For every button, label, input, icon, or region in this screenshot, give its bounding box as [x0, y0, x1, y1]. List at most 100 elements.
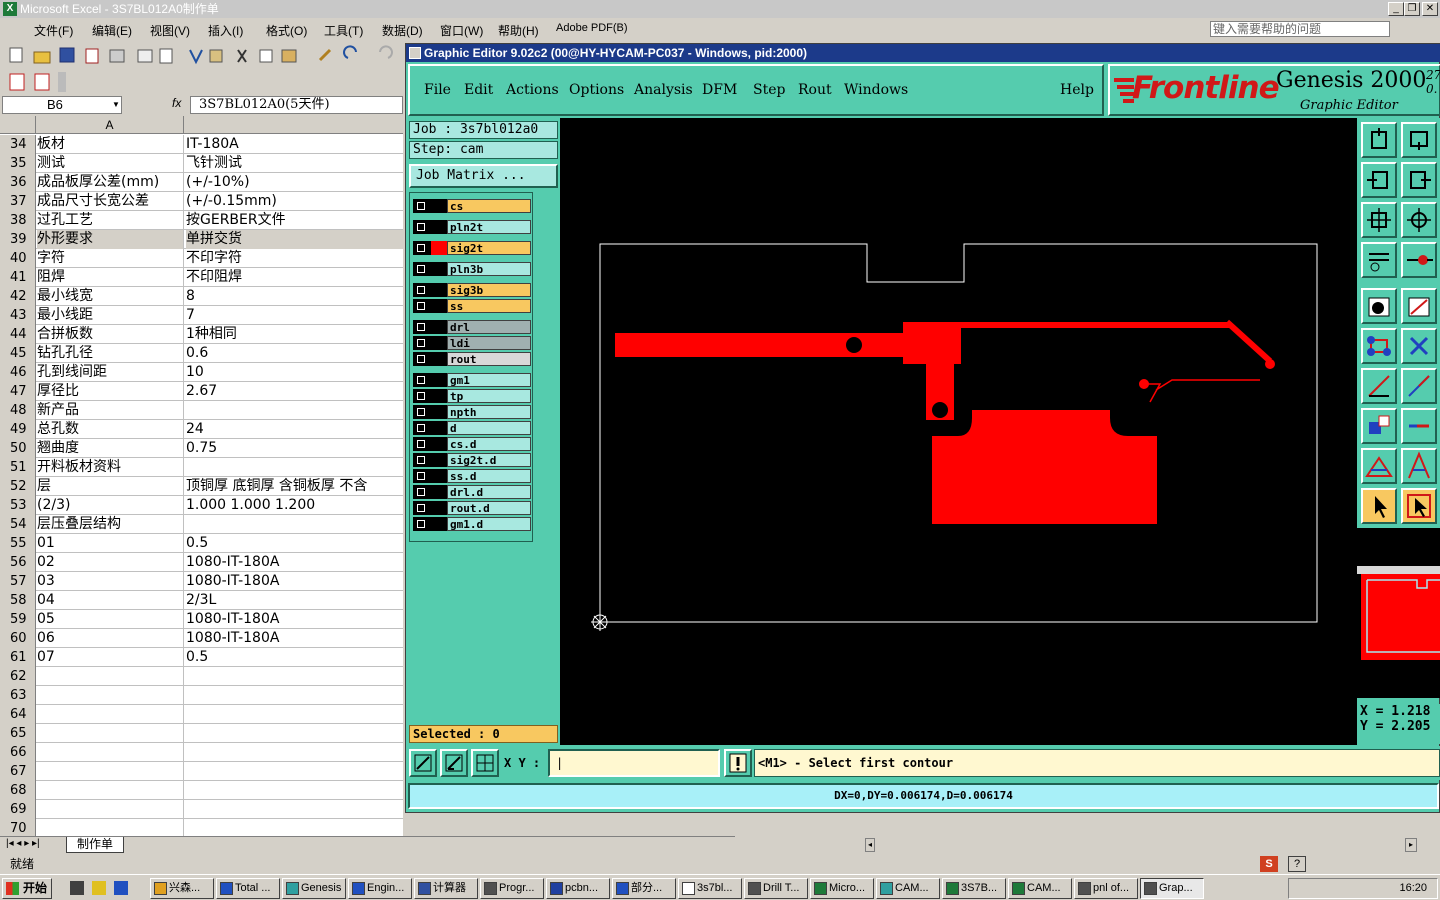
cell-a[interactable]: (2/3) [37, 496, 184, 515]
help-search-input[interactable]: 键入需要帮助的问题 [1210, 21, 1390, 37]
pan-right-icon[interactable] [1401, 162, 1437, 198]
table-row[interactable]: 62 [0, 667, 403, 686]
layer-item[interactable]: cs [413, 199, 531, 213]
layer-color-swatch[interactable] [431, 389, 447, 403]
help-icon[interactable]: ? [1288, 856, 1306, 872]
cell-b[interactable]: 0.75 [186, 439, 403, 458]
layer-color-swatch[interactable] [431, 336, 447, 350]
row-header[interactable]: 44 [0, 325, 36, 344]
cell-a[interactable] [37, 686, 184, 705]
cell-a[interactable]: 最小线宽 [37, 287, 184, 306]
cell-a[interactable]: 板材 [37, 135, 184, 154]
table-row[interactable]: 40 字符 不印字符 [0, 249, 403, 268]
table-row[interactable]: 44 合拼板数 1种相同 [0, 325, 403, 344]
table-row[interactable]: 69 [0, 800, 403, 819]
row-header[interactable]: 46 [0, 363, 36, 382]
taskbar-item[interactable]: pcbn... [546, 878, 610, 899]
cell-a[interactable]: 阻焊 [37, 268, 184, 287]
table-row[interactable]: 35 测试 飞针测试 [0, 154, 403, 173]
name-box-dropdown-icon[interactable]: ▼ [112, 100, 120, 109]
taskbar-item[interactable]: Progr... [480, 878, 544, 899]
row-header[interactable]: 68 [0, 781, 36, 800]
cell-a[interactable]: 最小线距 [37, 306, 184, 325]
cell-a[interactable]: 04 [37, 591, 184, 610]
table-row[interactable]: 43 最小线距 7 [0, 306, 403, 325]
layer-color-swatch[interactable] [431, 241, 447, 255]
layer-item[interactable]: pln3b [413, 262, 531, 276]
layer-name[interactable]: ss [447, 299, 531, 313]
layer-color-swatch[interactable] [431, 299, 447, 313]
layer-item[interactable]: cs.d [413, 437, 531, 451]
layer-checkbox[interactable] [413, 336, 431, 350]
cell-a[interactable]: 成品尺寸长宽公差 [37, 192, 184, 211]
layer-checkbox[interactable] [413, 283, 431, 297]
zoom-fit-icon[interactable] [1361, 202, 1397, 238]
table-row[interactable]: 64 [0, 705, 403, 724]
layer-checkbox[interactable] [413, 241, 431, 255]
warning-icon[interactable] [724, 749, 752, 777]
table-row[interactable]: 38 过孔工艺 按GERBER文件 [0, 211, 403, 230]
taskbar-item[interactable]: CAM... [1008, 878, 1072, 899]
table-row[interactable]: 55 01 0.5 [0, 534, 403, 553]
scroll-right-icon[interactable]: ▸ [1405, 838, 1417, 852]
cell-a[interactable]: 翘曲度 [37, 439, 184, 458]
cell-b[interactable] [186, 401, 403, 420]
close-button[interactable]: ✕ [1422, 2, 1438, 16]
table-row[interactable]: 34 板材 IT-180A [0, 135, 403, 154]
cell-b[interactable]: 24 [186, 420, 403, 439]
split-line-icon[interactable] [1401, 408, 1437, 444]
cell-b[interactable]: 按GERBER文件 [186, 211, 403, 230]
cell-a[interactable]: 外形要求 [37, 230, 184, 249]
layer-checkbox[interactable] [413, 469, 431, 483]
layer-name[interactable]: rout.d [447, 501, 531, 515]
layer-name[interactable]: gm1.d [447, 517, 531, 531]
cell-a[interactable]: 测试 [37, 154, 184, 173]
menu-window[interactable]: 窗口(W) [440, 22, 483, 39]
layer-checkbox[interactable] [413, 373, 431, 387]
move-line-icon[interactable] [1401, 368, 1437, 404]
cell-b[interactable]: 顶铜厚 底铜厚 含铜板厚 不含 [186, 477, 403, 496]
menu-help[interactable]: 帮助(H) [498, 22, 539, 39]
layer-color-swatch[interactable] [431, 352, 447, 366]
table-row[interactable]: 56 02 1080-IT-180A [0, 553, 403, 572]
table-row[interactable]: 67 [0, 762, 403, 781]
row-header[interactable]: 40 [0, 249, 36, 268]
table-row[interactable]: 54 层压叠层结构 [0, 515, 403, 534]
cell-a[interactable]: 03 [37, 572, 184, 591]
layer-name[interactable]: drl [447, 320, 531, 334]
row-header[interactable]: 60 [0, 629, 36, 648]
angle-icon[interactable] [1401, 448, 1437, 484]
toolbar-icons[interactable] [0, 40, 405, 70]
cell-b[interactable]: 0.6 [186, 344, 403, 363]
layer-color-swatch[interactable] [431, 262, 447, 276]
table-row[interactable]: 47 厚径比 2.67 [0, 382, 403, 401]
row-header[interactable]: 62 [0, 667, 36, 686]
cell-b[interactable] [186, 515, 403, 534]
taskbar-item[interactable]: Total ... [216, 878, 280, 899]
measure-icon[interactable] [1361, 448, 1397, 484]
graphic-canvas[interactable] [560, 118, 1357, 745]
table-row[interactable]: 58 04 2/3L [0, 591, 403, 610]
layer-color-swatch[interactable] [431, 373, 447, 387]
row-header[interactable]: 51 [0, 458, 36, 477]
layer-name[interactable]: ss.d [447, 469, 531, 483]
row-header[interactable]: 50 [0, 439, 36, 458]
row-header[interactable]: 42 [0, 287, 36, 306]
copy-icon[interactable] [1361, 408, 1397, 444]
pcb-drawing[interactable] [560, 118, 1357, 745]
cell-b[interactable]: 10 [186, 363, 403, 382]
layer-checkbox[interactable] [413, 352, 431, 366]
layer-checkbox[interactable] [413, 437, 431, 451]
layer-name[interactable]: sig2t.d [447, 453, 531, 467]
row-header[interactable]: 48 [0, 401, 36, 420]
ge-menu-dfm[interactable]: DFM [702, 82, 737, 98]
add-line-icon[interactable] [1361, 368, 1397, 404]
layer-color-swatch[interactable] [431, 199, 447, 213]
taskbar-item[interactable]: 部分... [612, 878, 676, 899]
cell-a[interactable] [37, 743, 184, 762]
taskbar-item[interactable]: Genesis [282, 878, 346, 899]
minimize-button[interactable]: _ [1388, 2, 1404, 16]
table-row[interactable]: 53 (2/3) 1.000 1.000 1.200 [0, 496, 403, 515]
row-header[interactable]: 36 [0, 173, 36, 192]
table-row[interactable]: 49 总孔数 24 [0, 420, 403, 439]
